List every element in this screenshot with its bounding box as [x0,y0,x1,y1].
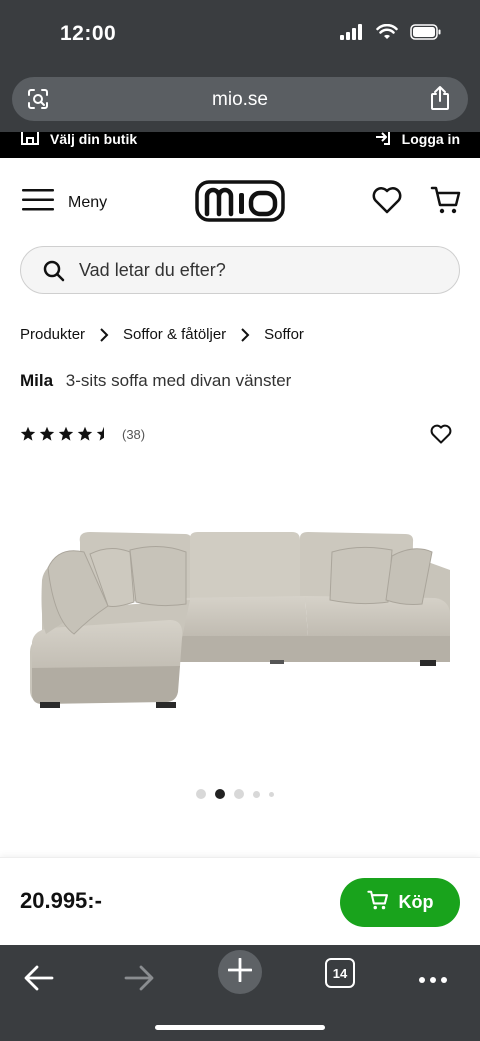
share-icon[interactable] [428,85,452,116]
back-icon [24,965,54,996]
status-icons [340,23,442,45]
star-icon [77,426,93,441]
search-bar[interactable] [20,246,460,294]
wifi-icon [376,23,398,45]
url-text: mio.se [212,89,268,110]
review-count: (38) [122,426,146,442]
mio-logo[interactable] [195,180,285,227]
menu-button[interactable]: Meny [22,188,107,217]
carousel-dot[interactable] [215,789,225,799]
forward-icon [124,965,154,996]
carousel-dot[interactable] [269,791,274,797]
utility-strip: Välj din butik Logga in [0,132,480,158]
chevron-right-icon [240,327,250,342]
plus-icon [227,957,253,987]
heart-icon [372,187,402,218]
status-bar: 12:00 [0,0,480,68]
rating-stars [20,426,112,442]
cart-button[interactable] [430,184,462,221]
cellular-icon [340,24,364,45]
favorite-product-button[interactable] [430,424,452,449]
product-name: Mila [20,371,54,390]
breadcrumb: Produkter Soffor & fåtöljer Soffor [20,326,304,343]
product-rating[interactable]: (38) [20,426,145,442]
battery-icon [410,24,442,45]
breadcrumb-products[interactable]: Produkter [20,326,85,343]
forward-button[interactable] [114,955,164,1005]
cart-icon [430,186,462,220]
star-icon [20,426,36,441]
product-price: 20.995:- [20,888,102,913]
buy-button-label: Köp [398,892,434,912]
wishlist-button[interactable] [372,186,402,219]
login-label: Logga in [401,132,460,147]
image-carousel-dots [196,789,274,799]
star-icon [39,426,55,441]
product-description: 3-sits soffa med divan vänster [65,371,292,390]
carousel-dot[interactable] [253,790,260,798]
star-icon [58,426,74,441]
product-title: Mila 3-sits soffa med divan vänster [20,371,291,391]
tabs-button[interactable]: 14 [325,958,355,988]
search-input[interactable] [79,247,439,293]
address-bar[interactable]: mio.se [12,77,468,121]
carousel-dot[interactable] [234,789,244,799]
login-icon [374,132,392,149]
browser-url-area: mio.se [0,68,480,132]
buy-button[interactable]: Köp [340,878,460,927]
choose-store-link[interactable]: Välj din butik [20,132,137,149]
chevron-right-icon [99,327,109,342]
tab-count-label: 14 [332,965,348,981]
store-icon [20,132,40,149]
login-link[interactable]: Logga in [374,132,460,149]
more-button[interactable] [408,955,458,1005]
buy-bar: 20.995:- Köp [0,857,480,945]
back-button[interactable] [14,955,64,1005]
cart-icon [366,889,389,916]
star-icon [96,426,112,441]
breadcrumb-sofas[interactable]: Soffor [264,326,304,343]
more-icon [418,971,448,989]
carousel-dot[interactable] [196,789,206,799]
hamburger-icon [22,188,54,217]
menu-label: Meny [68,193,108,211]
choose-store-label: Välj din butik [50,132,138,147]
product-image[interactable] [20,470,460,760]
status-time: 12:00 [60,22,117,45]
heart-icon [430,424,452,448]
site-header: Meny [0,158,480,244]
home-indicator [155,1025,325,1030]
breadcrumb-sofas-armchairs[interactable]: Soffor & fåtöljer [123,326,226,343]
search-icon [43,260,65,287]
new-tab-button[interactable] [218,950,262,994]
